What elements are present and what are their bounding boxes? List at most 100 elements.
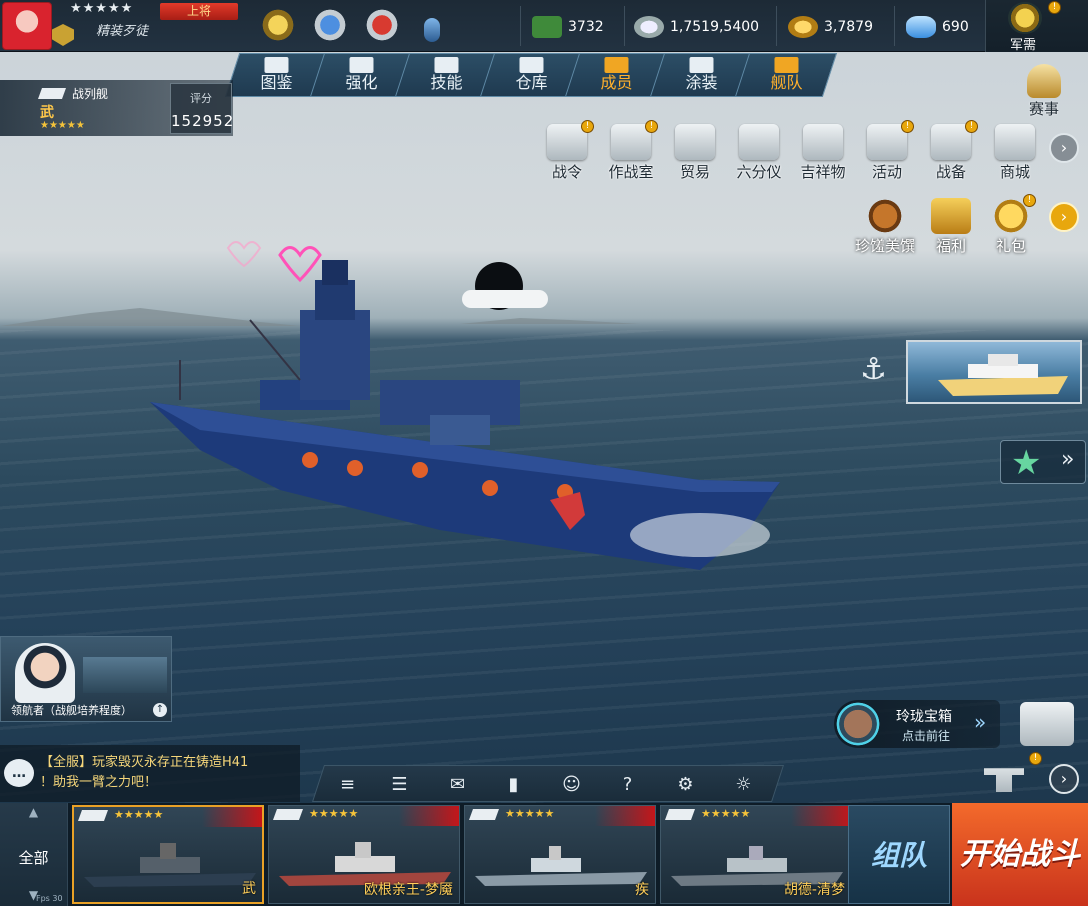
silver-value: 1,7519,5400 [670,19,760,35]
port-ship-thumbnail[interactable] [906,340,1082,404]
card-ship-name: 武 [242,881,256,897]
shop-button[interactable]: 商城 [988,124,1042,182]
medal-blue-icon[interactable] [310,6,350,44]
help-icon[interactable]: ? [615,774,641,796]
roast-chicken-icon [865,198,905,234]
alert-badge: ! [901,120,914,133]
welfare-button[interactable]: 福利 [924,198,978,256]
resource-silver[interactable]: 1,7519,5400 [634,8,759,46]
divider [520,6,521,46]
chat-panel[interactable]: … 【全服】玩家毁灭永存正在铸造H41 ！助我一臂之力吧！ [0,745,300,802]
resource-cash[interactable]: 3732 [532,8,604,46]
menu-label: 珍馐美馔 [854,237,915,255]
layers-icon[interactable]: ≡ [335,774,361,796]
military-supply-label: 军需 [1010,38,1037,53]
team-button[interactable]: 组队 [848,805,950,904]
cash-icon [532,16,562,38]
card-accent [399,806,459,826]
all-ships-filter[interactable]: ▲ 全部 ▼ Fps 30 [0,803,68,906]
activity-button[interactable]: 活动! [860,120,914,182]
chat-message-line-2: ！助我一臂之力吧！ [40,775,158,790]
ranking-icon[interactable]: ▮ [501,774,527,796]
ship-card[interactable]: ★★★★★ 胡德-清梦 [660,805,852,904]
navigator-panel[interactable]: 领航者（战舰培养程度） ↑ [0,636,172,722]
card-accent [791,806,851,826]
player-avatar[interactable] [2,2,52,50]
star-expand-button[interactable]: ★ » [1000,440,1086,484]
military-supply-button[interactable]: ! 军需 [985,0,1088,53]
navigator-portrait [15,643,75,703]
fleet-icon [774,57,799,73]
tips-bulb-icon[interactable]: ☼ [731,774,757,796]
task-list-icon[interactable]: ☰ [387,774,413,796]
chevron-right-icon[interactable]: › [1049,764,1079,794]
tab-label: 强化 [345,73,378,92]
tab-fleet[interactable]: 舰队 [734,53,838,97]
double-chevron-right-icon: » [974,710,987,734]
ship-card[interactable]: ★★★★★ 疾 [464,805,656,904]
battle-pass-button[interactable]: 战令! [540,120,594,182]
friends-icon[interactable]: ☺ [559,774,585,796]
score-box: 评分 152952 [170,83,233,134]
paint-flag-icon [689,57,714,73]
yacht-icon [938,354,1068,396]
card-ship-name: 疾 [635,882,649,898]
tab-label: 涂装 [685,73,718,92]
gift-pack-button[interactable]: 礼包! [984,194,1038,256]
resource-diamond[interactable]: 690 [906,8,969,46]
treasure-subtitle: 点击前往 [902,729,951,743]
bottom-toolbar: ≡ ☰ ✉ ▮ ☺ ? ⚙ ☼ [311,765,785,802]
map-scroll-icon[interactable] [1020,702,1074,746]
supplies-button[interactable]: 战备! [924,120,978,182]
warehouse-icon [519,57,544,73]
alert-badge: ! [645,120,658,133]
alert-badge: ! [581,120,594,133]
alert-badge: ! [965,120,978,133]
skill-icon [434,57,459,73]
arrow-up-icon: ↑ [153,703,167,717]
divider [624,6,625,46]
menu-label: 吉祥物 [800,163,846,181]
mascot-icon [803,124,843,160]
silver-coin-icon [634,16,664,38]
tab-label: 舰队 [770,73,803,92]
medal-gold-icon[interactable] [258,6,298,44]
events-button[interactable]: 赛事 [1020,64,1068,119]
start-battle-button[interactable]: 开始战斗 [952,803,1088,906]
ship-card[interactable]: ★★★★★ 欧根亲王-梦魇 [268,805,460,904]
book-icon [264,57,289,73]
settings-gear-icon[interactable]: ⚙ [673,774,699,796]
crystal-icon[interactable] [424,18,440,42]
sextant-button[interactable]: 六分仪 [732,124,786,182]
chat-message-line-1: 【全服】玩家毁灭永存正在铸造H41 [40,755,249,770]
chevron-right-icon[interactable]: › [1049,133,1079,163]
medal-red-icon[interactable] [362,6,402,44]
ship-class: 战列舰 [72,87,109,101]
mascot-button[interactable]: 吉祥物 [796,124,850,182]
mail-icon[interactable]: ✉ [445,774,471,796]
ship-card[interactable]: ★★★★★ 武 [72,805,264,904]
treasure-box-button[interactable]: 玲珑宝箱 点击前往 » [834,700,1000,748]
ship-class-icon [77,810,109,821]
feast-button[interactable]: 珍馐美馔 [852,198,918,256]
gold-coin-icon [788,16,818,38]
battleship-model[interactable] [140,230,790,580]
heart-effect-icon [226,241,322,283]
chevron-right-icon[interactable]: › [1049,202,1079,232]
crew-icon [604,57,629,73]
arrow-up-icon: ▲ [28,805,39,819]
resource-gold[interactable]: 3,7879 [788,8,873,46]
ship-class-icon [468,809,500,820]
map-room-button[interactable]: 作战室! [604,120,658,182]
anchor-icon[interactable]: ⚓ [860,352,887,387]
navigator-ship-image [83,657,167,693]
menu-label: 福利 [935,237,966,255]
events-label: 赛事 [1028,100,1059,118]
divider [776,6,777,46]
rank-badge: 上将 [160,3,238,20]
chat-bubble-icon[interactable]: … [4,759,34,787]
player-stars: ★★★★★ [70,1,134,16]
trade-button[interactable]: 贸易 [668,124,722,182]
ship-image [84,843,256,887]
diamond-icon [906,16,936,38]
